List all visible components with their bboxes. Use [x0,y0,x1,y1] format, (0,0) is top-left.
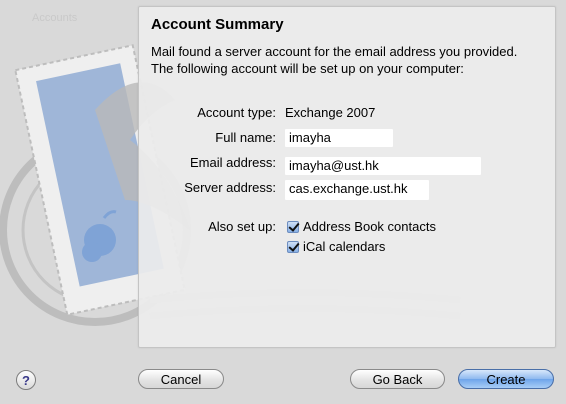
email-field: imayha@ust.hk [285,157,481,175]
address-book-option[interactable]: Address Book contacts [287,219,436,234]
also-setup-label: Also set up: [208,219,276,234]
go-back-button[interactable]: Go Back [350,369,445,389]
help-button[interactable]: ? [16,370,36,390]
full-name-field: imayha [285,129,393,147]
full-name-label: Full name: [215,130,276,145]
account-type-label: Account type: [197,105,276,120]
ical-option[interactable]: iCal calendars [287,239,385,254]
background-sidebar-header: Accounts [32,12,78,24]
server-field: cas.exchange.ust.hk [285,180,429,200]
create-button[interactable]: Create [458,369,554,389]
account-summary-panel: Account Summary Mail found a server acco… [138,6,556,348]
email-label: Email address: [190,155,276,170]
account-type-value: Exchange 2007 [285,105,376,120]
ical-label: iCal calendars [303,239,386,254]
panel-description: Mail found a server account for the emai… [151,44,518,76]
ical-checkbox[interactable] [287,240,299,253]
panel-title: Account Summary [151,16,284,33]
address-book-label: Address Book contacts [303,219,436,234]
cancel-button[interactable]: Cancel [138,369,224,389]
server-label: Server address: [184,180,276,195]
address-book-checkbox[interactable] [287,220,299,233]
